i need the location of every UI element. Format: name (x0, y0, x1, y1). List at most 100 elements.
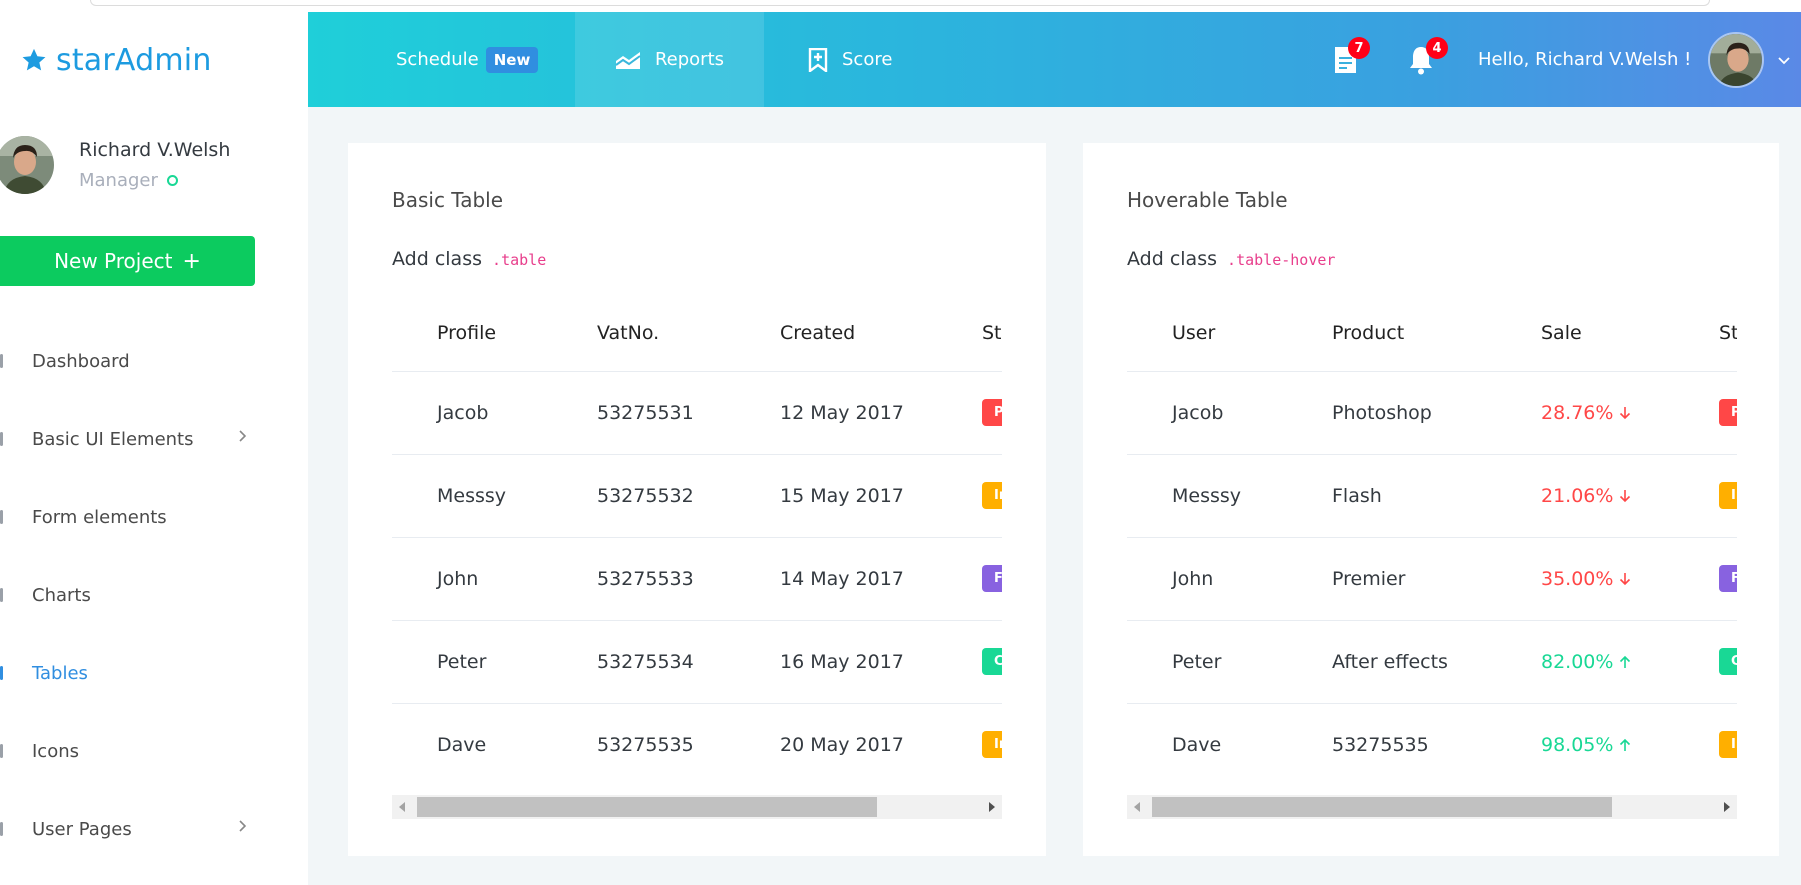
messages-count-badge: 7 (1348, 37, 1370, 59)
user-role: Manager (79, 170, 178, 191)
cell-profile: Peter (392, 620, 552, 704)
cell-vat: 53275531 (552, 371, 735, 455)
nav-schedule[interactable]: Schedule New (396, 12, 539, 107)
avatar (0, 136, 54, 194)
notifications-count-badge: 4 (1426, 37, 1448, 59)
cell-created: 15 May 2017 (735, 454, 937, 538)
sidebar: starAdmin Richard V.Welsh Manager New Pr… (0, 12, 308, 885)
table-row: Peter5327553416 May 2017 Completed (392, 620, 1002, 704)
table-row: Jacob5327553112 May 2017 Pending (392, 371, 1002, 455)
cell-vat: 53275533 (552, 537, 735, 621)
scroll-right-arrow-icon[interactable] (982, 795, 1002, 819)
cell-product: Premier (1287, 537, 1496, 621)
table-header-row: User Product Sale Status (1127, 295, 1737, 372)
arrow-up-icon (1620, 655, 1631, 668)
notifications-button[interactable]: 4 (1404, 37, 1448, 80)
sale-value: 82.00% (1541, 651, 1631, 673)
column-header: User (1127, 295, 1287, 372)
sidebar-item-basic-ui-elements[interactable]: Basic UI Elements (0, 400, 308, 478)
table-scroll-container[interactable]: User Product Sale Status JacobPhotoshop 2… (1127, 295, 1737, 823)
table-row: Dave 53275535 20 May 2017 In progress (392, 703, 1002, 786)
sidebar-item-tables[interactable]: Tables (0, 634, 308, 712)
table-row[interactable]: PeterAfter effects 82.00% Completed (1127, 620, 1737, 704)
horizontal-scrollbar[interactable] (392, 795, 1002, 819)
cell-vat: 53275532 (552, 454, 735, 538)
user-profile[interactable]: Richard V.Welsh Manager (0, 132, 300, 202)
user-name: Richard V.Welsh (79, 139, 231, 161)
cell-created: 20 May 2017 (780, 733, 904, 756)
cell-created: 14 May 2017 (735, 537, 937, 621)
user-pages-icon (0, 822, 3, 836)
new-badge: New (485, 46, 539, 73)
table-header-row: Profile VatNo. Created Status (392, 295, 1002, 372)
online-status-icon (166, 175, 178, 186)
cell-product: Flash (1287, 454, 1496, 538)
class-code: .table-hover (1227, 251, 1336, 269)
star-icon (22, 48, 46, 71)
new-project-button[interactable]: New Project + (0, 236, 255, 286)
arrow-down-icon (1620, 489, 1631, 502)
scroll-right-arrow-icon[interactable] (1717, 795, 1737, 819)
table-row: John5327553314 May 2017 Fixed (392, 537, 1002, 621)
scroll-left-arrow-icon[interactable] (392, 795, 412, 819)
cell-user: Messsy (1127, 454, 1287, 538)
sidebar-item-icons[interactable]: Icons (0, 712, 308, 790)
sale-value: 35.00% (1541, 568, 1631, 590)
sidebar-item-form-elements[interactable]: Form elements (0, 478, 308, 556)
header-avatar[interactable] (1708, 32, 1764, 88)
chevron-right-icon (239, 430, 247, 442)
plus-icon: + (182, 248, 201, 274)
cell-profile: John (392, 537, 552, 621)
sidebar-item-dashboard[interactable]: Dashboard (0, 322, 308, 400)
sidebar-item-user-pages[interactable]: User Pages (0, 790, 308, 868)
sale-value: 98.05% (1541, 734, 1631, 756)
ui-elements-icon (0, 432, 3, 446)
sale-value: 21.06% (1541, 485, 1631, 507)
scroll-left-arrow-icon[interactable] (1127, 795, 1147, 819)
scrollbar-thumb[interactable] (417, 797, 877, 817)
cell-user: Dave (1172, 733, 1222, 756)
hoverable-table: User Product Sale Status JacobPhotoshop 2… (1127, 295, 1737, 786)
arrow-down-icon (1620, 406, 1631, 419)
brand-logo[interactable]: starAdmin (20, 40, 212, 80)
cell-created: 12 May 2017 (735, 371, 937, 455)
column-header: Profile (392, 295, 552, 372)
user-greeting[interactable]: Hello, Richard V.Welsh ! (1478, 12, 1691, 107)
cell-user: Jacob (1127, 371, 1287, 455)
status-badge: In progress (982, 731, 1002, 759)
top-navbar: Schedule New Reports Score 7 4 Hello, Ric… (308, 12, 1801, 107)
card-description: Add class .table (392, 248, 547, 270)
sidebar-item-charts[interactable]: Charts (0, 556, 308, 634)
card-description: Add class .table-hover (1127, 248, 1336, 270)
column-header: Status (1674, 295, 1737, 372)
horizontal-scrollbar[interactable] (1127, 795, 1737, 819)
table-row[interactable]: Dave 53275535 98.05% In progress (1127, 703, 1737, 786)
cell-vat: 53275535 (597, 733, 694, 756)
basic-table-card: Basic Table Add class .table Profile Vat… (348, 143, 1046, 856)
nav-reports[interactable]: Reports (575, 12, 764, 107)
card-title: Basic Table (392, 188, 504, 212)
class-code: .table (492, 251, 547, 269)
table-scroll-container[interactable]: Profile VatNo. Created Status Jacob53275… (392, 295, 1002, 823)
arrow-down-icon (1620, 572, 1631, 585)
browser-top-strip (0, 0, 1801, 12)
browser-address-bar (90, 0, 1710, 6)
table-row[interactable]: MesssyFlash 21.06% In progress (1127, 454, 1737, 538)
table-row[interactable]: JacobPhotoshop 28.76% Pending (1127, 371, 1737, 455)
column-header: Product (1287, 295, 1496, 372)
status-badge: Completed (1719, 648, 1737, 675)
status-badge: In progress (1719, 731, 1737, 759)
cell-product: After effects (1287, 620, 1496, 704)
icons-icon (0, 744, 3, 758)
cell-product: 53275535 (1332, 733, 1429, 756)
chart-area-icon (615, 51, 641, 69)
table-row[interactable]: JohnPremier 35.00% Fixed (1127, 537, 1737, 621)
messages-button[interactable]: 7 (1326, 37, 1370, 80)
card-title: Hoverable Table (1127, 188, 1288, 212)
column-header: VatNo. (552, 295, 735, 372)
basic-table: Profile VatNo. Created Status Jacob53275… (392, 295, 1002, 786)
nav-score[interactable]: Score (808, 12, 892, 107)
scrollbar-thumb[interactable] (1152, 797, 1612, 817)
chevron-down-icon[interactable] (1778, 56, 1790, 66)
brand-name: starAdmin (56, 42, 212, 78)
